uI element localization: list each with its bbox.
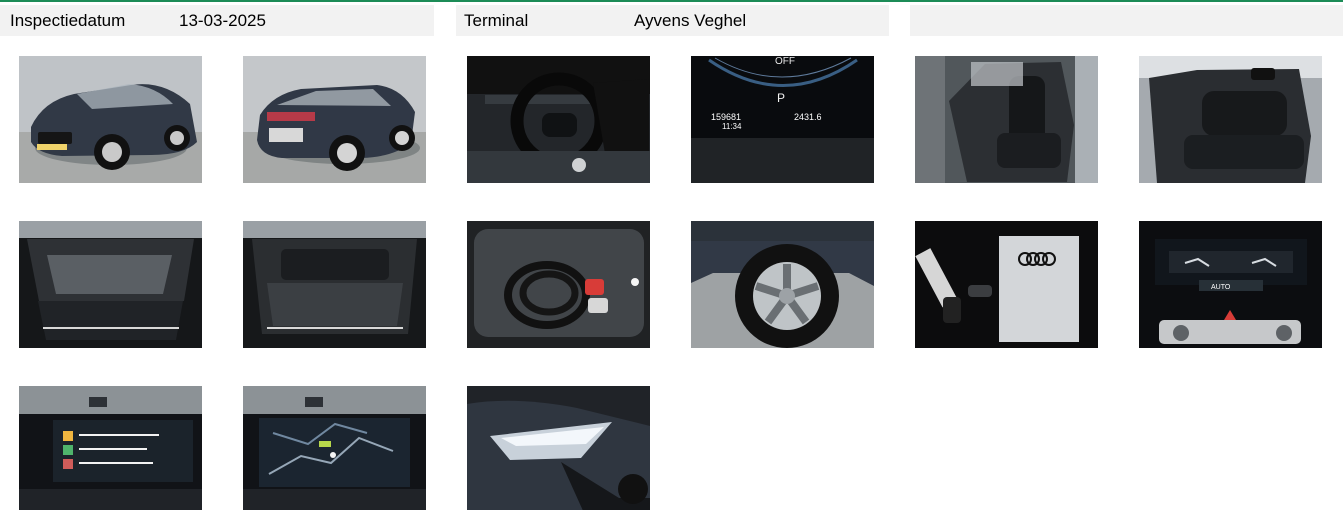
headlight-photo[interactable]	[467, 386, 650, 510]
wheel-photo[interactable]	[691, 221, 874, 348]
infotainment-menu-photo[interactable]	[19, 386, 202, 510]
inspection-date-strip: Inspectiedatum 13-03-2025	[0, 5, 434, 36]
infotainment-menu-photo-icon	[19, 386, 202, 510]
charging-cable-photo-icon	[467, 221, 650, 348]
front-seats-photo-icon	[915, 56, 1098, 183]
odometer-km-text: 159681	[711, 112, 741, 122]
front-seats-photo[interactable]	[915, 56, 1098, 183]
wheel-photo-icon	[691, 221, 874, 348]
climate-panel-photo-icon: AUTO	[1139, 221, 1322, 348]
headlight-photo-icon	[467, 386, 650, 510]
odometer-time-text: 11:34	[722, 122, 742, 131]
navigation-screen-photo[interactable]	[243, 386, 426, 510]
trunk-open-photo-icon	[243, 221, 426, 348]
terminal-label: Terminal	[464, 11, 529, 30]
car-front-photo-icon	[19, 56, 202, 183]
climate-panel-photo[interactable]: AUTO	[1139, 221, 1322, 348]
trunk-open-photo[interactable]	[243, 221, 426, 348]
terminal-value: Ayvens Veghel	[634, 11, 747, 30]
odometer-photo-icon: OFF P 159681 2431.6 11:34	[691, 56, 874, 183]
inspection-date-label: Inspectiedatum	[10, 11, 126, 30]
car-rear-photo-icon	[243, 56, 426, 183]
steering-wheel-photo-icon	[467, 56, 650, 183]
inspection-page: Inspectiedatum 13-03-2025 Terminal Ayven…	[0, 0, 1343, 510]
empty-info-strip	[910, 5, 1343, 36]
keys-manual-photo-icon	[915, 221, 1098, 348]
steering-wheel-photo[interactable]	[467, 56, 650, 183]
odometer-range-text: 2431.6	[794, 112, 822, 122]
odometer-off-text: OFF	[775, 56, 795, 67]
trunk-cover-photo-icon	[19, 221, 202, 348]
terminal-strip: Terminal Ayvens Veghel	[456, 5, 889, 36]
navigation-screen-photo-icon	[243, 386, 426, 510]
inspection-date-value: 13-03-2025	[179, 11, 266, 30]
odometer-p-text: P	[777, 91, 785, 105]
trunk-cover-photo[interactable]	[19, 221, 202, 348]
car-front-photo[interactable]	[19, 56, 202, 183]
climate-auto-text: AUTO	[1211, 284, 1231, 291]
rear-seats-photo[interactable]	[1139, 56, 1322, 183]
car-rear-photo[interactable]	[243, 56, 426, 183]
charging-cable-photo[interactable]	[467, 221, 650, 348]
keys-manual-photo[interactable]	[915, 221, 1098, 348]
odometer-photo[interactable]: OFF P 159681 2431.6 11:34	[691, 56, 874, 183]
rear-seats-photo-icon	[1139, 56, 1322, 183]
top-rule	[0, 0, 1343, 2]
